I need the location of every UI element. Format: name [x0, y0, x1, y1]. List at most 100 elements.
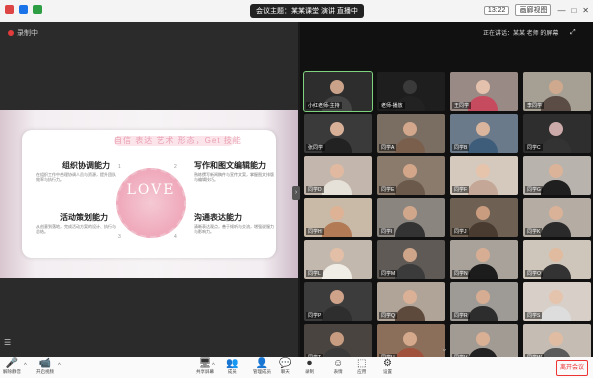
participant-face — [549, 122, 563, 136]
meeting-toolbar: 🎤 解除静音 📹 开启视频 🖥 共享屏幕 👥 成员 👤 管理成员 💬 聊天 ⏺ 录制 ☺ 表情 ⬚ 应用 ⚙ 设置 ^… — [0, 357, 593, 378]
apps-icon: ⬚ — [357, 358, 367, 369]
participant-tile[interactable]: 王同学 — [450, 72, 518, 111]
participant-face — [330, 122, 344, 136]
participant-body — [395, 180, 425, 195]
participant-face — [403, 80, 417, 94]
slide-card: 自信 表达 艺术 形态，Get 技能 LOVE 1 2 3 4 组织协调能力 在… — [22, 130, 276, 258]
mute-icon: 🎤 — [5, 358, 19, 369]
layout-view-button[interactable]: 画廊视图 — [515, 4, 552, 16]
chat-icon: 💬 — [279, 358, 292, 369]
participant-face — [549, 206, 563, 220]
chat-button[interactable]: 💬 聊天 — [279, 358, 291, 375]
maximize-window-icon[interactable]: □ — [571, 6, 576, 15]
participant-tile[interactable]: 张同学 — [304, 114, 372, 153]
participant-tile[interactable]: 同学Q — [377, 282, 445, 321]
participant-name: 同学S — [525, 312, 543, 319]
scroll-down-icon[interactable]: ⌄ — [441, 344, 448, 353]
participant-face — [330, 206, 344, 220]
participant-tile[interactable]: 同学P — [304, 282, 372, 321]
video-button[interactable]: 📹 开启视频 — [36, 358, 54, 375]
leave-meeting-button[interactable]: 离开会议 — [556, 360, 588, 376]
participant-tile[interactable]: 同学H — [304, 198, 372, 237]
record-button[interactable]: ⏺ 录制 — [305, 358, 314, 375]
participant-tile[interactable]: 同学G — [523, 156, 591, 195]
participant-body — [468, 222, 498, 237]
participant-face — [476, 80, 490, 94]
participant-tile[interactable]: 同学K — [523, 198, 591, 237]
reactions-label: 表情 — [333, 369, 343, 374]
participant-body — [468, 96, 498, 111]
participant-tile[interactable]: 同学O — [523, 240, 591, 279]
members-icon: 👥 — [226, 358, 239, 369]
participant-face — [476, 164, 490, 178]
participant-face — [403, 122, 417, 136]
presentation-slide: 自信 表达 艺术 形态，Get 技能 LOVE 1 2 3 4 组织协调能力 在… — [0, 110, 298, 278]
section-body-organize: 在组织工作中合理协调人员与资源，提升团队效率与执行力。 — [36, 172, 116, 182]
participant-face — [403, 164, 417, 178]
reactions-button[interactable]: ☺ 表情 — [333, 358, 343, 375]
minimize-window-icon[interactable]: — — [557, 6, 565, 15]
recording-indicator[interactable]: 录制中 — [8, 28, 38, 38]
participant-tile[interactable]: 同学S — [523, 282, 591, 321]
participant-name: 同学K — [525, 228, 543, 235]
speaker-header: 正在讲话：某某 老师 的屏幕 — [483, 31, 559, 37]
video-options-chevron-icon[interactable]: ^ — [58, 363, 61, 369]
participant-name: 老师-播放 — [379, 102, 405, 109]
title-bar: 会议主题：某某课堂 演讲 直播中 13:22 画廊视图 — □ ✕ — [0, 0, 593, 22]
audio-options-chevron-icon[interactable]: ^ — [24, 363, 27, 369]
signal-strength-icon[interactable] — [33, 5, 42, 14]
participant-name: 同学M — [379, 270, 398, 277]
participant-face — [403, 206, 417, 220]
participant-tile[interactable]: 同学L — [304, 240, 372, 279]
collapse-gallery-icon[interactable]: › — [292, 186, 300, 200]
participant-tile[interactable]: 同学R — [450, 282, 518, 321]
apps-button[interactable]: ⬚ 应用 — [357, 358, 366, 375]
reactions-icon: ☺ — [333, 358, 344, 369]
participant-tile[interactable]: 同学B — [450, 114, 518, 153]
participant-face — [549, 332, 563, 346]
participant-face — [549, 164, 563, 178]
members-button[interactable]: 👥 成员 — [226, 358, 238, 375]
manage-label: 管理成员 — [253, 369, 271, 374]
participant-name: 张同学 — [306, 144, 326, 151]
participant-tile[interactable]: 老师-播放 — [377, 72, 445, 111]
share-options-chevron-icon[interactable]: ^ — [212, 363, 215, 369]
participant-name: 同学L — [306, 270, 323, 277]
participant-tile[interactable]: 同学M — [377, 240, 445, 279]
meeting-info-icon[interactable] — [5, 5, 14, 14]
menu-icon[interactable]: ☰ — [4, 338, 11, 347]
participant-tile[interactable]: 同学A — [377, 114, 445, 153]
share-icon: 🖥 — [198, 358, 212, 369]
section-title-communication: 沟通表达能力 — [194, 213, 242, 222]
participant-name: 同学D — [306, 186, 324, 193]
participant-face — [476, 332, 490, 346]
participant-tile[interactable]: 同学N — [450, 240, 518, 279]
settings-button[interactable]: ⚙ 设置 — [383, 358, 392, 375]
participant-face — [476, 248, 490, 262]
mute-button[interactable]: 🎤 解除静音 — [3, 358, 21, 375]
expand-gallery-icon[interactable]: ⤢ — [570, 29, 576, 37]
participant-face — [549, 80, 563, 94]
participant-tile[interactable]: 同学F — [450, 156, 518, 195]
section-body-writing: 熟练撰写新闻稿件与宣传文案，掌握图文排版与编辑技巧。 — [194, 172, 274, 182]
members-label: 成员 — [227, 369, 237, 374]
participant-tile[interactable]: 同学J — [450, 198, 518, 237]
participant-body — [395, 138, 425, 153]
manage-icon: 👤 — [255, 358, 269, 369]
participant-tile[interactable]: 小红老师-主持 — [303, 71, 373, 112]
participant-tile[interactable]: 同学C — [523, 114, 591, 153]
section-number-4: 4 — [174, 234, 177, 240]
love-circle-graphic: LOVE — [116, 168, 186, 238]
manage-button[interactable]: 👤 管理成员 — [253, 358, 271, 375]
participant-tile[interactable]: 同学D — [304, 156, 372, 195]
participant-tile[interactable]: 同学I — [377, 198, 445, 237]
close-window-icon[interactable]: ✕ — [582, 6, 589, 15]
participant-face — [476, 122, 490, 136]
participant-name: 同学E — [379, 186, 397, 193]
participant-name: 同学I — [379, 228, 395, 235]
participant-body — [468, 264, 498, 279]
participant-tile[interactable]: 李同学 — [523, 72, 591, 111]
share-label: 共享屏幕 — [196, 369, 214, 374]
security-shield-icon[interactable] — [19, 5, 28, 14]
participant-tile[interactable]: 同学E — [377, 156, 445, 195]
